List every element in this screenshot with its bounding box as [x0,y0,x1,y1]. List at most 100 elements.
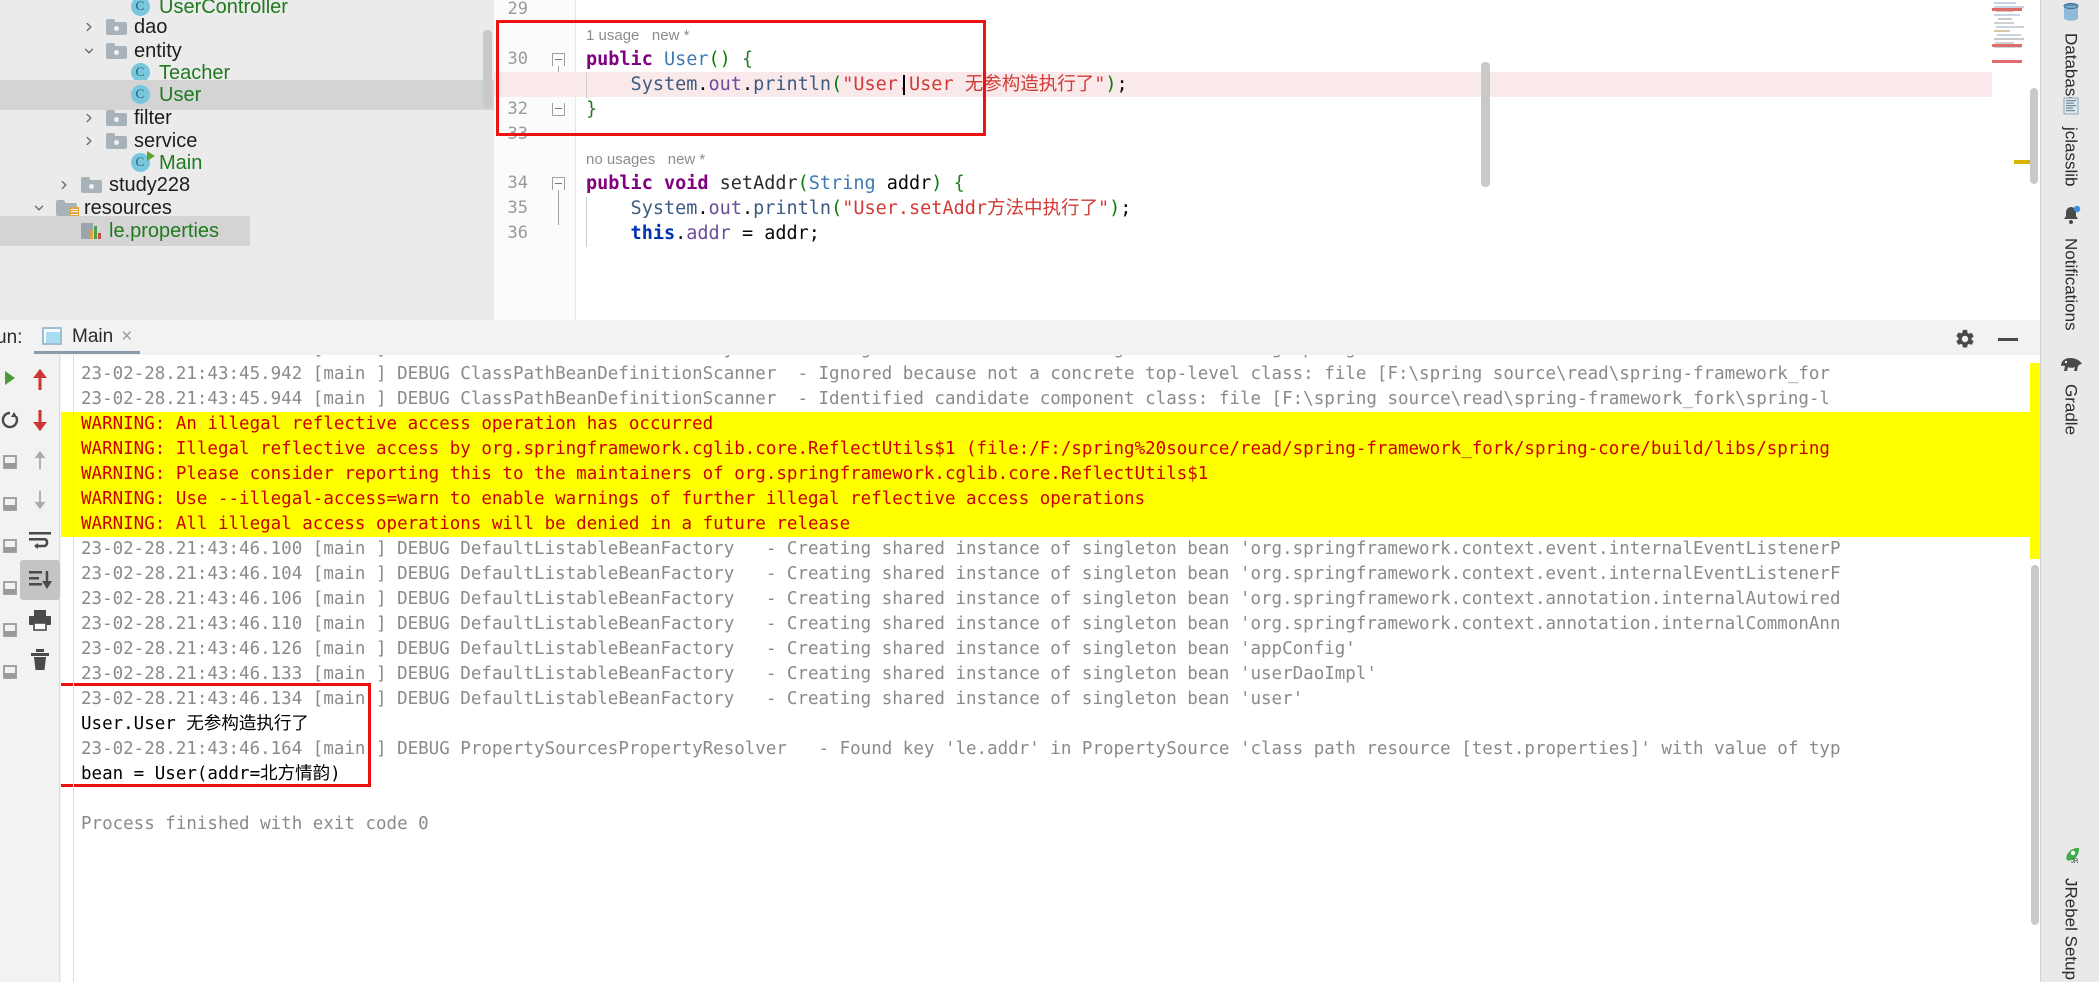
fold-toggle-icon[interactable] [552,177,565,190]
editor-vertical-scrollbar[interactable] [1481,62,1490,187]
minimize-icon[interactable] [1998,338,2018,341]
error-stripe-mark[interactable] [1992,44,2022,47]
layout-button-5[interactable] [0,610,20,650]
settings-gear-icon[interactable] [1954,328,1976,350]
console-line[interactable]: 23-02-28.21:43:46.126 [main ] DEBUG Defa… [61,637,2040,662]
error-stripe-mark[interactable] [1992,8,2022,11]
console-line-text: 23-02-28.21:43:46.100 [main ] DEBUG Defa… [81,539,1841,559]
gutter-line-36[interactable]: 36 [494,221,576,246]
console-line[interactable]: WARNING: Use --illegal-access=warn to en… [61,487,2040,512]
close-icon[interactable]: × [121,326,132,348]
console-line[interactable]: User.User 无参构造执行了 [61,712,2040,737]
error-stripe-mark[interactable] [1992,60,2022,63]
gutter-line-33[interactable]: 33 [494,122,576,147]
project-tree-panel[interactable]: C UserController dao entity C Teacher C User fil… [0,0,494,320]
next-occurrence-button[interactable] [20,480,60,520]
code-line-36[interactable]: this.addr = addr; [586,221,820,246]
stop-button[interactable] [0,400,20,440]
expand-button[interactable] [0,652,20,692]
code-token: User [663,49,709,70]
minimap-scroll-thumb[interactable] [2030,88,2038,184]
scroll-down-button[interactable] [20,400,60,440]
console-line-text: 23-02-28.21:43:46.133 [main ] DEBUG Defa… [81,664,1377,684]
tool-strip-label: jclasslib [2061,127,2081,187]
tool-strip-jclasslib[interactable]: jclasslib [2041,96,2099,187]
layout-button-1[interactable] [0,442,20,482]
clear-all-button[interactable] [20,640,60,680]
editor-gutter[interactable]: 2930313233343536 [494,0,576,320]
editor-minimap[interactable] [1992,0,2040,320]
tool-strip-notifications[interactable]: Notifications [2041,205,2099,331]
gutter-separator [575,0,576,320]
chevron-right-icon[interactable] [75,111,103,125]
code-line-31[interactable]: System.out.println("User.User 无参构造执行了"); [586,72,1128,97]
console-line[interactable]: 23-02-28.21:43:45.942 [main ] DEBUG Clas… [61,362,2040,387]
console-line[interactable] [61,787,2040,812]
indent-guide [586,197,587,247]
code-editor[interactable]: 2930313233343536 1 usage new *no usages … [494,0,1992,320]
console-line[interactable]: 23-02-28.21:43:46.104 [main ] DEBUG Defa… [61,562,2040,587]
console-line[interactable]: 23-02-28.21:43:46.133 [main ] DEBUG Defa… [61,662,2040,687]
console-line[interactable]: 23-02-28.21:43:46.164 [main ] DEBUG Prop… [61,737,2040,762]
prev-occurrence-button[interactable] [20,440,60,480]
tree-item-le-properties[interactable]: le.properties [0,216,250,246]
minimap-line [1994,30,2010,32]
chevron-right-icon[interactable] [50,178,78,192]
console-line[interactable]: 23-02-28.21:43:46.106 [main ] DEBUG Defa… [61,587,2040,612]
print-button[interactable] [20,600,60,640]
gutter-line-29[interactable]: 29 [494,0,576,22]
chevron-right-icon[interactable] [75,134,103,148]
fold-toggle-icon[interactable] [552,53,565,66]
minimap-line [1997,34,2021,36]
project-tree-scrollbar[interactable] [483,30,492,108]
jclasslib-icon [2061,96,2081,121]
warning-stripe-mark[interactable] [2014,160,2030,164]
console-line[interactable]: 23-02-28.21:43:46.110 [main ] DEBUG Defa… [61,612,2040,637]
line-number: 34 [507,173,528,193]
console-line[interactable]: WARNING: Illegal reflective access by or… [61,437,2040,462]
folder-icon [103,110,129,126]
console-line[interactable]: WARNING: Please consider reporting this … [61,462,2040,487]
tool-strip-gradle[interactable]: Gradle [2041,355,2099,435]
console-line[interactable]: bean = User(addr=北方情韵) [61,762,2040,787]
layout-button-3[interactable] [0,526,20,566]
console-line[interactable]: 23-02-28.21:43:45.021 [main ] DEBUG Defa… [61,355,2040,362]
use-soft-wraps-button[interactable] [20,520,60,560]
code-line-34[interactable]: public void setAddr(String addr) { [586,171,965,196]
code-token: addr [875,173,932,194]
console-line-text: WARNING: Use --illegal-access=warn to en… [81,489,1146,509]
code-line-35[interactable]: System.out.println("User.setAddr方法中执行了")… [586,196,1132,221]
console-line[interactable]: WARNING: All illegal access operations w… [61,512,2040,537]
console-line[interactable]: 23-02-28.21:43:45.944 [main ] DEBUG Clas… [61,387,2040,412]
fold-toggle-icon[interactable] [552,103,565,116]
usage-hint-constructor[interactable]: 1 usage new * [586,26,689,46]
console-line[interactable]: 23-02-28.21:43:46.100 [main ] DEBUG Defa… [61,537,2040,562]
code-line-30[interactable]: public User() { [586,47,753,72]
console-output[interactable]: 23-02-28.21:43:45.021 [main ] DEBUG Defa… [61,355,2040,982]
usage-hint-setaddr[interactable]: no usages new * [586,150,705,170]
scroll-to-end-button[interactable] [20,560,60,600]
console-warning-stripe[interactable] [2030,363,2040,559]
console-scrollbar-thumb[interactable] [2031,565,2039,925]
ide-window: C UserController dao entity C Teacher C User fil… [0,0,2099,982]
console-line[interactable]: Process finished with exit code 0 [61,812,2040,837]
console-line[interactable]: WARNING: An illegal reflective access op… [61,412,2040,437]
right-tool-strip[interactable]: Database jclasslib Notifications Gradle JR JR… [2040,0,2099,982]
console-line[interactable]: 23-02-28.21:43:46.134 [main ] DEBUG Defa… [61,687,2040,712]
rerun-button[interactable] [0,358,20,398]
code-line-32[interactable]: } [586,97,597,122]
gutter-line-35[interactable]: 35 [494,196,576,221]
tool-strip-database[interactable]: Database [2041,2,2099,106]
layout-button-4[interactable] [0,568,20,608]
chevron-down-icon[interactable] [25,201,53,215]
tool-strip-jrebel-setup[interactable]: JR JRebel Setup [2041,845,2099,980]
tab-main[interactable]: Main × [34,322,141,354]
scroll-up-button[interactable] [20,360,60,400]
layout-button-2[interactable] [0,484,20,524]
console-line-text: bean = User(addr=北方情韵) [81,764,341,784]
chevron-right-icon[interactable] [75,20,103,34]
console-line-text: 23-02-28.21:43:46.134 [main ] DEBUG Defa… [81,689,1304,709]
console-line-text: WARNING: Please consider reporting this … [81,464,1209,484]
console-line-text: 23-02-28.21:43:46.164 [main ] DEBUG Prop… [81,739,1841,759]
chevron-down-icon[interactable] [75,44,103,58]
